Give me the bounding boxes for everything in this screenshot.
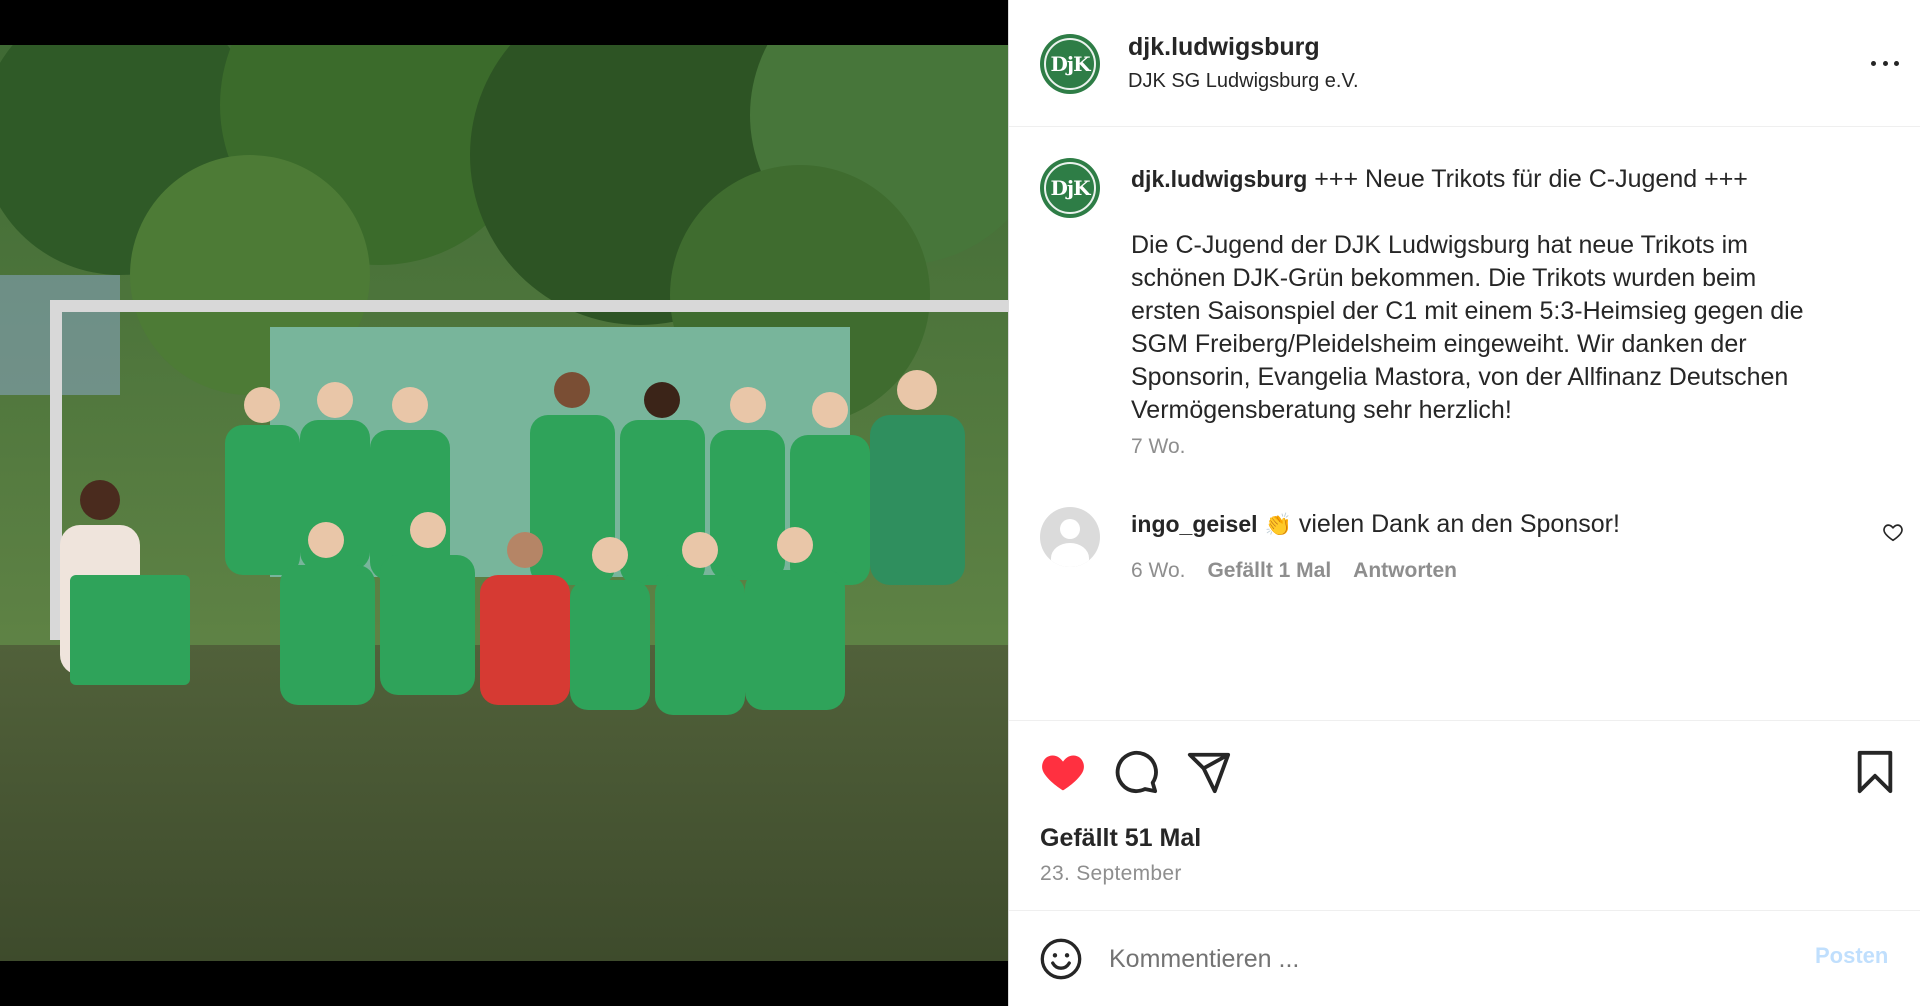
- smiley-icon[interactable]: [1039, 937, 1083, 981]
- comment-meta: 6 Wo. Gefällt 1 Mal Antworten: [1131, 559, 1457, 583]
- caption-text: djk.ludwigsburg +++ Neue Trikots für die…: [1131, 163, 1871, 427]
- avatar-ring: [1044, 38, 1096, 90]
- caption-body: Die C-Jugend der DJK Ludwigsburg hat neu…: [1131, 231, 1804, 424]
- comment-body: vielen Dank an den Sponsor!: [1298, 510, 1620, 538]
- post-photo[interactable]: [0, 45, 1008, 961]
- speech-bubble-icon[interactable]: [1113, 749, 1159, 795]
- post-comment-button[interactable]: Posten: [1815, 943, 1888, 969]
- heart-filled-icon[interactable]: [1040, 749, 1086, 795]
- caption-username-link[interactable]: djk.ludwigsburg: [1131, 166, 1307, 192]
- post-details-panel: DjK djk.ludwigsburg DJK SG Ludwigsburg e…: [1008, 0, 1920, 1006]
- comment-like-heart-icon[interactable]: [1882, 521, 1904, 543]
- reply-button[interactable]: Antworten: [1353, 559, 1457, 583]
- caption-avatar[interactable]: DjK: [1040, 158, 1100, 218]
- bookmark-icon[interactable]: [1852, 749, 1898, 795]
- more-dot: [1871, 60, 1876, 66]
- team-photo-image: [0, 45, 1008, 961]
- post-actions: Gefällt 51 Mal 23. September: [1009, 720, 1920, 915]
- comment-item: ingo_geisel 👏 vielen Dank an den Sponsor…: [1009, 505, 1920, 585]
- more-dot: [1882, 60, 1888, 66]
- post-media: [0, 0, 1008, 1006]
- caption-headline: +++ Neue Trikots für die C-Jugend +++: [1314, 165, 1748, 193]
- comment-input[interactable]: [1109, 939, 1759, 979]
- add-comment-bar: Posten: [1009, 910, 1920, 1006]
- avatar-ring: [1044, 162, 1096, 214]
- clapping-hands-emoji: 👏: [1264, 512, 1292, 537]
- more-options-button[interactable]: [1865, 48, 1905, 78]
- comment-text: ingo_geisel 👏 vielen Dank an den Sponsor…: [1131, 510, 1620, 539]
- caption-timestamp[interactable]: 7 Wo.: [1131, 435, 1185, 459]
- more-dot: [1894, 60, 1899, 66]
- likes-count[interactable]: Gefällt 51 Mal: [1040, 824, 1201, 853]
- profile-full-name: DJK SG Ludwigsburg e.V.: [1128, 70, 1359, 92]
- comment-username-link[interactable]: ingo_geisel: [1131, 511, 1258, 537]
- paper-plane-icon[interactable]: [1186, 749, 1232, 795]
- post-header: DjK djk.ludwigsburg DJK SG Ludwigsburg e…: [1009, 0, 1920, 127]
- comment-timestamp[interactable]: 6 Wo.: [1131, 559, 1185, 583]
- profile-username-link[interactable]: djk.ludwigsburg: [1128, 33, 1320, 62]
- profile-avatar[interactable]: DjK: [1040, 34, 1100, 94]
- post-date[interactable]: 23. September: [1040, 862, 1182, 886]
- default-avatar-body: [1051, 543, 1089, 567]
- default-avatar-head: [1060, 519, 1080, 539]
- comment-likes-link[interactable]: Gefällt 1 Mal: [1207, 559, 1331, 583]
- comment-avatar[interactable]: [1040, 507, 1100, 567]
